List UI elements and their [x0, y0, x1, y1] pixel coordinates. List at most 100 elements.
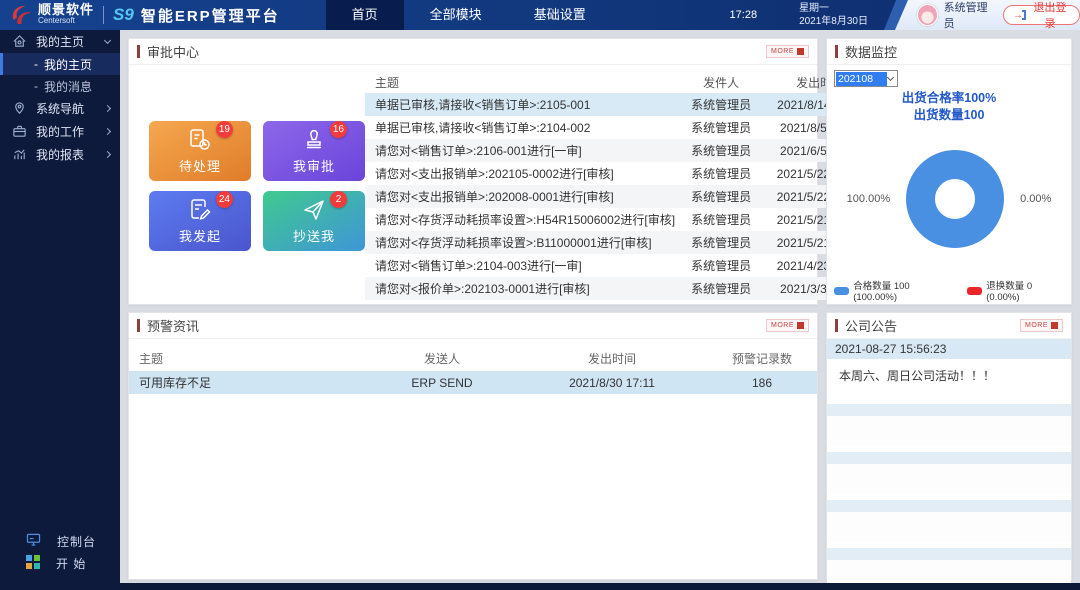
announcement-item[interactable]: 2021-08-27 15:56:23 本周六、周日公司活动！！！ — [827, 339, 1071, 398]
table-row[interactable]: 请您对<销售订单>:2104-003进行[一审] 系统管理员 2021/4/23… — [365, 254, 873, 277]
announcement-placeholder — [827, 452, 1071, 494]
period-select[interactable]: 202108 — [834, 70, 898, 87]
row-sender: 系统管理员 — [675, 234, 767, 251]
table-row[interactable]: 单据已审核,请接收<销售订单>:2104-002 系统管理员 2021/8/5 … — [365, 116, 873, 139]
column-subject: 主题 — [129, 350, 367, 367]
user-area: 系统管理员 → 退出登录 — [895, 0, 1080, 30]
column-subject: 主题 — [365, 74, 675, 91]
row-alert-count: 186 — [707, 376, 817, 390]
table-row[interactable]: 单据已审核,请接收<销售订单>:2105-001 系统管理员 2021/8/14… — [365, 93, 873, 116]
logo-name-cn: 顺景软件 — [38, 4, 94, 15]
row-sender: 系统管理员 — [675, 188, 767, 205]
column-sender: 发件人 — [675, 74, 767, 91]
more-button[interactable]: MORE — [766, 319, 809, 332]
row-subject: 请您对<支出报销单>:202008-0001进行[审核] — [365, 188, 675, 205]
sidebar-item-my-work[interactable]: 我的工作 — [0, 120, 120, 143]
row-sender: ERP SEND — [367, 376, 517, 390]
table-row[interactable]: 请您对<支出报销单>:202105-0002进行[审核] 系统管理员 2021/… — [365, 162, 873, 185]
sidebar-item-my-reports[interactable]: 我的报表 — [0, 143, 120, 166]
announcements-panel: 公司公告 MORE 2021-08-27 15:56:23 本周六、周日公司活动… — [826, 312, 1072, 580]
tile-label: 我审批 — [293, 156, 335, 175]
sidebar-item-label: 我的主页 — [44, 56, 92, 73]
product-title: 智能ERP管理平台 — [141, 5, 280, 26]
table-row[interactable]: 请您对<销售订单>:2106-001进行[一审] 系统管理员 2021/6/5 … — [365, 139, 873, 162]
right-percent-label: 0.00% — [1020, 193, 1051, 205]
divider — [103, 6, 104, 24]
announcement-placeholder — [827, 404, 1071, 446]
row-subject: 单据已审核,请接收<销售订单>:2104-002 — [365, 119, 675, 136]
table-row[interactable]: 请您对<存货浮动耗损率设置>:B11000001进行[审核] 系统管理员 202… — [365, 231, 873, 254]
column-time: 发出时间 — [517, 350, 707, 367]
panel-header: 审批中心 MORE — [129, 39, 817, 65]
tab-all-modules[interactable]: 全部模块 — [404, 0, 508, 30]
row-sender: 系统管理员 — [675, 96, 767, 113]
panel-title: 数据监控 — [845, 42, 897, 61]
tab-home[interactable]: 首页 — [326, 0, 404, 30]
sidebar-item-my-messages[interactable]: - 我的消息 — [0, 75, 120, 97]
console-button[interactable]: 控制台 — [0, 530, 120, 552]
legend-item-return: 退换数量 0 (0.00%) — [967, 278, 1064, 303]
tile-initiated-by-me[interactable]: 24 我发起 — [149, 191, 251, 251]
more-label: MORE — [1025, 322, 1048, 329]
sidebar-item-label: 我的主页 — [36, 33, 105, 50]
table-header: 主题 发件人 发出时间 — [365, 72, 873, 93]
start-grid-icon — [26, 555, 40, 572]
bar-chart-icon — [12, 147, 28, 163]
donut-ring — [906, 150, 1004, 248]
table-row[interactable]: 请您对<支出报销单>:202008-0001进行[审核] 系统管理员 2021/… — [365, 185, 873, 208]
sidebar-item-system-nav[interactable]: 系统导航 — [0, 97, 120, 120]
more-label: MORE — [771, 48, 794, 55]
weekday-label: 星期一 — [799, 2, 868, 15]
stamp-icon — [301, 127, 327, 153]
tile-cc-to-me[interactable]: 2 抄送我 — [263, 191, 365, 251]
tile-label: 我发起 — [179, 226, 221, 245]
paper-plane-icon — [301, 197, 327, 223]
row-sender: 系统管理员 — [675, 142, 767, 159]
row-subject: 单据已审核,请接收<销售订单>:2105-001 — [365, 96, 675, 113]
more-plus-icon — [797, 48, 804, 55]
badge-count: 19 — [216, 121, 233, 138]
header-accent-bar — [137, 319, 140, 332]
chevron-down-icon — [104, 36, 111, 43]
tab-basic-settings[interactable]: 基础设置 — [508, 0, 612, 30]
logout-icon: → — [1013, 10, 1026, 21]
sidebar-item-label: 我的消息 — [44, 78, 92, 95]
home-icon — [12, 34, 28, 50]
table-row[interactable]: 请您对<报价单>:202103-0001进行[审核] 系统管理员 2021/3/… — [365, 277, 873, 300]
table-row[interactable]: 请您对<存货浮动耗损率设置>:H54R15006002进行[审核] 系统管理员 … — [365, 208, 873, 231]
approval-table: 主题 发件人 发出时间 单据已审核,请接收<销售订单>:2105-001 系统管… — [365, 65, 883, 305]
panel-header: 预警资讯 MORE — [129, 313, 817, 339]
sidebar-item-my-home-group[interactable]: 我的主页 — [0, 30, 120, 53]
dropdown-chevron-icon — [887, 74, 894, 81]
sidebar-item-my-home[interactable]: - 我的主页 — [0, 53, 120, 75]
donut-chart: 100.00% 0.00% — [834, 150, 1064, 248]
monitor-icon — [26, 533, 41, 549]
erp-dashboard: 顺景软件 Centersoft S9 智能ERP管理平台 首页 全部模块 基础设… — [0, 0, 1080, 590]
tile-label: 待处理 — [179, 156, 221, 175]
announcement-date: 2021-08-27 15:56:23 — [827, 339, 1071, 359]
announcement-placeholder — [827, 500, 1071, 542]
tile-label: 抄送我 — [293, 226, 335, 245]
sidebar-item-label: 系统导航 — [36, 100, 105, 117]
table-row[interactable]: 可用库存不足 ERP SEND 2021/8/30 17:11 186 — [129, 371, 817, 394]
table-header: 主题 发送人 发出时间 预警记录数 — [129, 345, 817, 371]
row-sender: 系统管理员 — [675, 257, 767, 274]
avatar[interactable] — [917, 4, 938, 26]
logout-button[interactable]: → 退出登录 — [1003, 5, 1080, 25]
start-button[interactable]: 开 始 — [0, 552, 120, 574]
sidebar-footer: 控制台 开 始 — [0, 530, 120, 574]
briefcase-icon — [12, 124, 28, 140]
more-button[interactable]: MORE — [766, 45, 809, 58]
more-button[interactable]: MORE — [1020, 319, 1063, 332]
row-sender: 系统管理员 — [675, 119, 767, 136]
chart-legend: 合格数量 100 (100.00%) 退换数量 0 (0.00%) — [834, 278, 1064, 303]
main-nav: 首页 全部模块 基础设置 — [326, 0, 612, 30]
header-accent-bar — [835, 319, 838, 332]
tile-pending[interactable]: 19 待处理 — [149, 121, 251, 181]
logout-label: 退出登录 — [1030, 0, 1070, 31]
tile-my-approvals[interactable]: 16 我审批 — [263, 121, 365, 181]
row-sender: 系统管理员 — [675, 280, 767, 297]
chevron-right-icon — [104, 151, 111, 158]
row-subject: 请您对<存货浮动耗损率设置>:H54R15006002进行[审核] — [365, 211, 675, 228]
header-accent-bar — [835, 45, 838, 58]
